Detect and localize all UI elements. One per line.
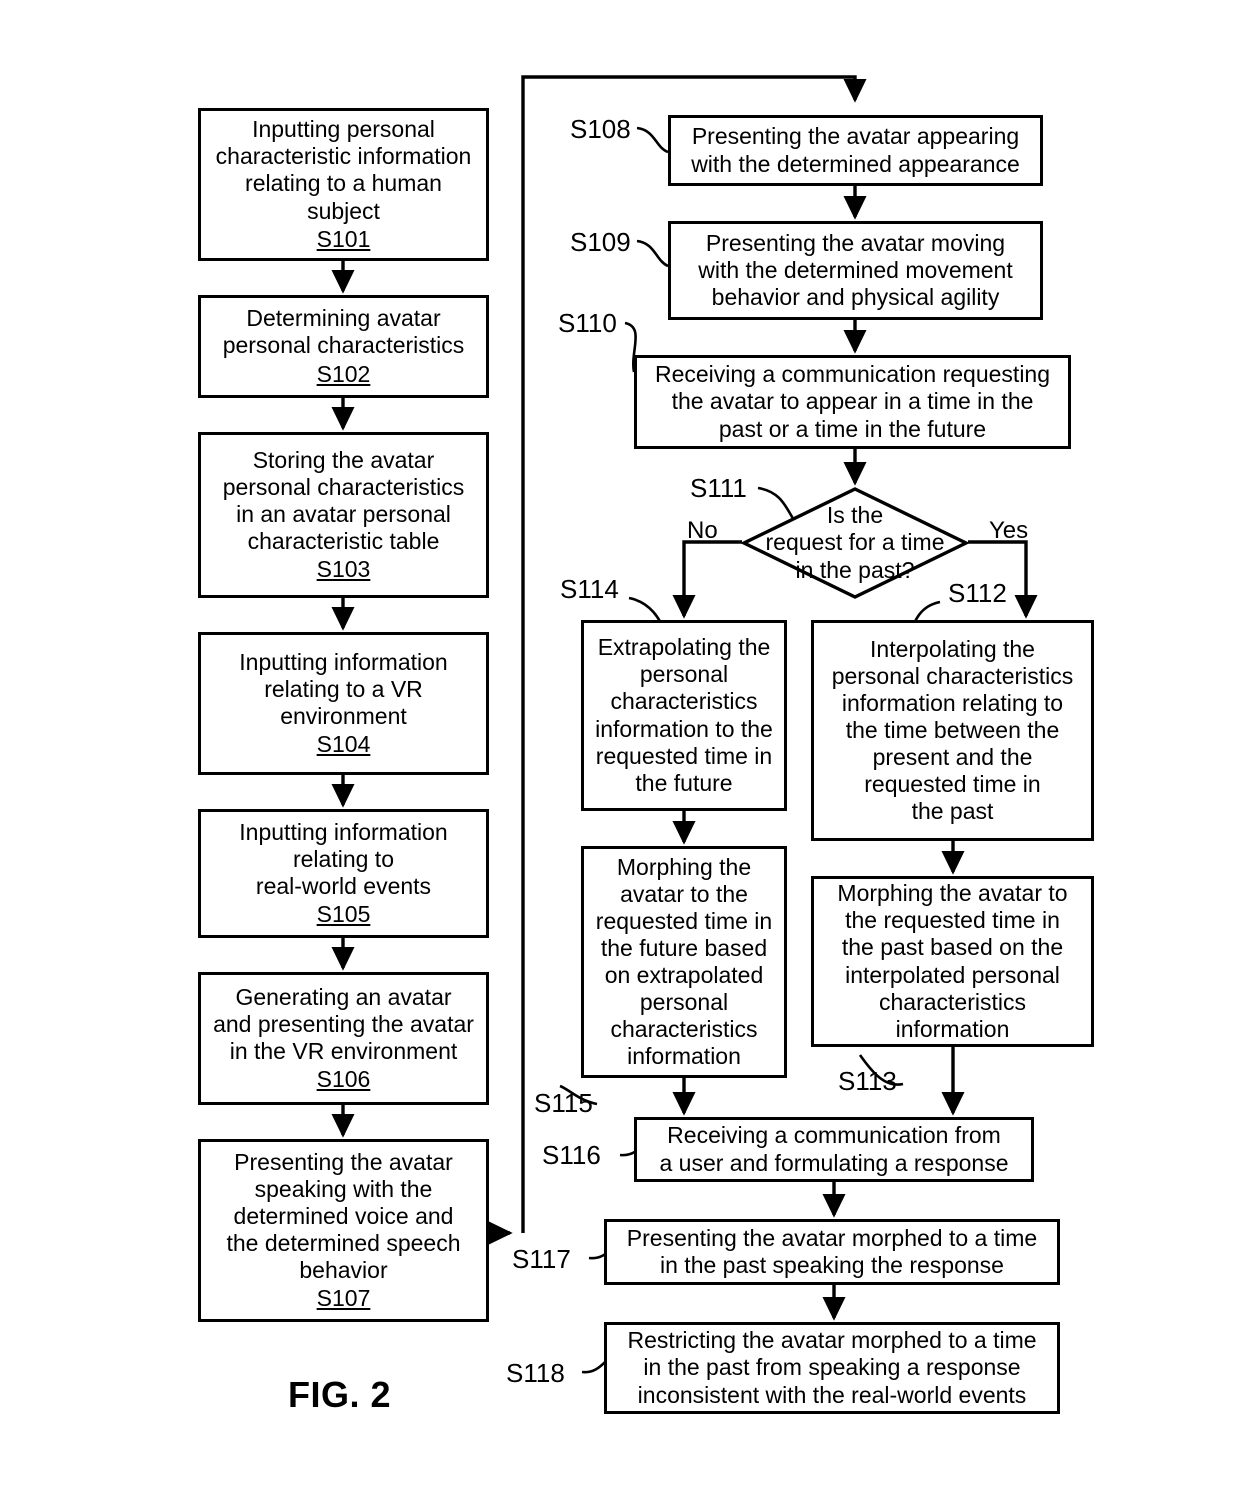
node-s101[interactable]: Inputting personal characteristic inform… — [198, 108, 489, 261]
node-s106[interactable]: Generating an avatar and presenting the … — [198, 972, 489, 1105]
ref-label-s115: S115 — [534, 1088, 593, 1118]
node-s114-text: Extrapolating the personal characteristi… — [595, 634, 773, 796]
patent-figure-2: Inputting personal characteristic inform… — [0, 0, 1240, 1511]
node-s107-text: Presenting the avatar speaking with the … — [226, 1148, 461, 1284]
ref-label-s113: S113 — [838, 1066, 897, 1096]
node-s103-text: Storing the avatar personal characterist… — [222, 446, 465, 555]
node-s102-step: S102 — [316, 360, 371, 387]
ref-label-s116: S116 — [542, 1140, 601, 1170]
ref-label-s108: S108 — [570, 114, 631, 144]
node-s117-text: Presenting the avatar morphed to a time … — [626, 1224, 1038, 1278]
node-s108-text: Presenting the avatar appearing with the… — [691, 123, 1020, 177]
ref-label-s112: S112 — [948, 578, 1007, 608]
ref-label-s117: S117 — [512, 1244, 571, 1274]
node-s110-text: Receiving a communication requesting the… — [654, 361, 1051, 442]
node-s109-text: Presenting the avatar moving with the de… — [698, 229, 1013, 311]
ref-label-s109: S109 — [570, 227, 631, 257]
node-s118-text: Restricting the avatar morphed to a time… — [627, 1327, 1037, 1408]
figure-caption: FIG. 2 — [288, 1374, 392, 1415]
node-s118[interactable]: Restricting the avatar morphed to a time… — [604, 1322, 1060, 1414]
node-s102-text: Determining avatar personal characterist… — [222, 305, 465, 359]
ref-label-s118: S118 — [506, 1358, 565, 1388]
node-s112-text: Interpolating the personal characteristi… — [831, 635, 1074, 825]
node-s115[interactable]: Morphing the avatar to the requested tim… — [581, 846, 787, 1078]
branch-label-no: No — [687, 517, 718, 544]
node-s105-step: S105 — [316, 901, 371, 928]
ref-label-s111: S111 — [690, 473, 747, 503]
node-s117[interactable]: Presenting the avatar morphed to a time … — [604, 1219, 1060, 1285]
node-s110[interactable]: Receiving a communication requesting the… — [634, 355, 1071, 449]
node-s116-text: Receiving a communication from a user an… — [659, 1122, 1009, 1176]
node-s101-text: Inputting personal characteristic inform… — [215, 116, 472, 224]
node-s106-text: Generating an avatar and presenting the … — [213, 983, 474, 1064]
node-s104-text: Inputting information relating to a VR e… — [239, 648, 448, 729]
node-s109[interactable]: Presenting the avatar moving with the de… — [668, 221, 1043, 320]
ref-label-s110: S110 — [558, 308, 617, 338]
node-s105[interactable]: Inputting information relating to real-w… — [198, 809, 489, 938]
node-s107[interactable]: Presenting the avatar speaking with the … — [198, 1139, 489, 1322]
ref-label-s114: S114 — [560, 574, 619, 604]
node-s101-step: S101 — [316, 225, 371, 252]
node-s103[interactable]: Storing the avatar personal characterist… — [198, 432, 489, 598]
diamond-shape — [740, 487, 970, 599]
node-s105-text: Inputting information relating to real-w… — [239, 818, 448, 899]
node-s108[interactable]: Presenting the avatar appearing with the… — [668, 115, 1043, 186]
node-s106-step: S106 — [316, 1066, 371, 1093]
node-s116[interactable]: Receiving a communication from a user an… — [634, 1117, 1034, 1182]
node-s107-step: S107 — [316, 1285, 371, 1312]
node-s112[interactable]: Interpolating the personal characteristi… — [811, 620, 1094, 841]
branch-label-yes: Yes — [989, 517, 1029, 544]
node-s104[interactable]: Inputting information relating to a VR e… — [198, 632, 489, 775]
node-s113-text: Morphing the avatar to the requested tim… — [837, 880, 1068, 1042]
node-s114[interactable]: Extrapolating the personal characteristi… — [581, 620, 787, 811]
node-s103-step: S103 — [316, 556, 371, 583]
node-s111-decision[interactable]: Is the request for a time in the past? — [740, 487, 970, 599]
node-s113[interactable]: Morphing the avatar to the requested tim… — [811, 876, 1094, 1047]
node-s115-text: Morphing the avatar to the requested tim… — [595, 853, 773, 1070]
node-s102[interactable]: Determining avatar personal characterist… — [198, 295, 489, 398]
node-s104-step: S104 — [316, 731, 371, 758]
